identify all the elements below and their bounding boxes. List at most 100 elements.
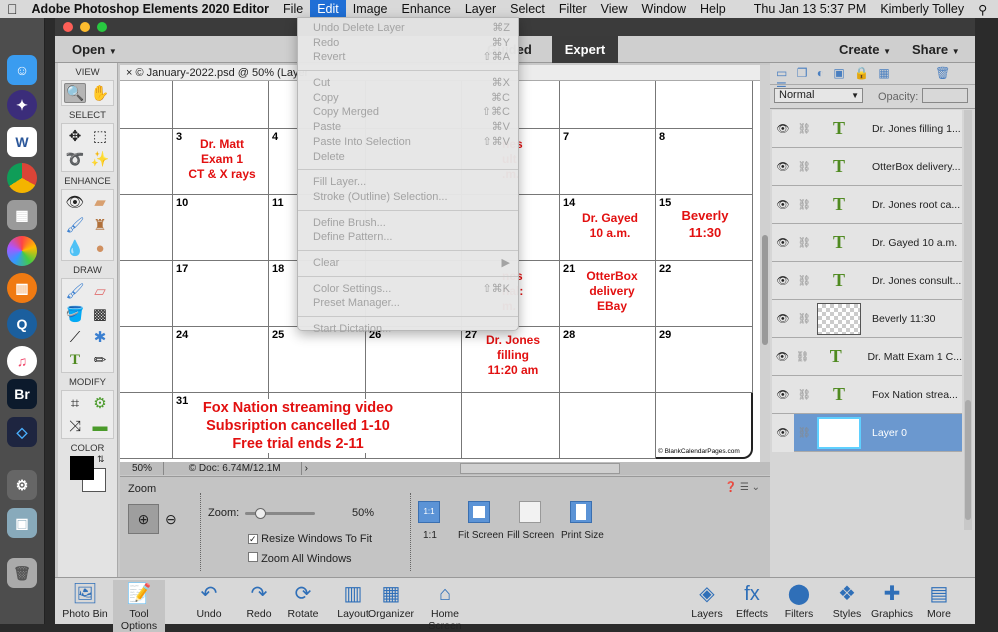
open-button[interactable]: Open ▼: [72, 42, 117, 57]
photos-icon[interactable]: [7, 236, 37, 266]
vertical-scrollbar[interactable]: [760, 65, 770, 462]
print-size-button[interactable]: [570, 501, 592, 523]
menu-item-color-settings[interactable]: Color Settings... ⇧⌘K: [298, 282, 518, 297]
taskbar-rotate-button[interactable]: ⟳ Rotate: [277, 580, 329, 620]
share-button[interactable]: Share ▼: [912, 42, 960, 57]
quicktime-icon[interactable]: Q: [7, 309, 37, 339]
taskbar-layers-button[interactable]: ◈ Layers: [685, 580, 729, 620]
opacity-input[interactable]: [922, 88, 968, 103]
taskbar-effects-button[interactable]: fx Effects: [730, 580, 774, 620]
zoom-all-windows-checkbox[interactable]: Zoom All Windows: [248, 552, 352, 565]
straighten-tool-icon[interactable]: ▬: [89, 416, 111, 436]
type-tool-icon[interactable]: T: [64, 350, 86, 370]
user-name[interactable]: Kimberly Tolley: [873, 2, 971, 16]
new-layer-icon[interactable]: ▭: [776, 66, 787, 80]
menu-item-paste[interactable]: Paste ⌘V: [298, 120, 518, 135]
swap-colors-icon[interactable]: ⇅: [97, 454, 105, 465]
siri-app-icon[interactable]: ✦: [7, 90, 37, 120]
menu-item-undo-delete-layer[interactable]: Undo Delete Layer ⌘Z: [298, 21, 518, 36]
apple-icon[interactable]: : [0, 1, 25, 17]
menu-item-cut[interactable]: Cut ⌘X: [298, 76, 518, 91]
menu-layer[interactable]: Layer: [458, 2, 503, 16]
paint-bucket-icon[interactable]: 🪣: [64, 304, 86, 324]
crop-tool-icon[interactable]: ⌗: [64, 393, 86, 413]
menu-help[interactable]: Help: [693, 2, 733, 16]
sponge-tool-icon[interactable]: ●: [89, 238, 111, 258]
adjustment-layer-icon[interactable]: ◐: [817, 66, 824, 80]
link-icon[interactable]: ⛓: [794, 312, 814, 325]
options-help-icons[interactable]: ❓ ☰ ⌄: [725, 482, 760, 493]
layer-row[interactable]: 👁 ⛓ Beverly 11:30: [772, 300, 962, 338]
link-icon[interactable]: ⛓: [794, 388, 814, 401]
new-group-icon[interactable]: ❐: [797, 66, 808, 80]
calculator-icon[interactable]: ▦: [7, 200, 37, 230]
menu-item-clear[interactable]: Clear ▶: [298, 256, 518, 271]
photoshop-elements-icon[interactable]: ◇: [7, 417, 37, 447]
visibility-eye-icon[interactable]: 👁: [772, 122, 794, 135]
layer-mask-icon[interactable]: ▣: [833, 66, 844, 80]
zoom-in-button[interactable]: ⊕: [128, 504, 159, 534]
blend-mode-select[interactable]: Normal ▼: [774, 88, 863, 103]
menu-view[interactable]: View: [594, 2, 635, 16]
menu-item-define-pattern[interactable]: Define Pattern...: [298, 230, 518, 245]
delete-layer-icon[interactable]: 🗑: [935, 66, 950, 80]
create-button[interactable]: Create ▼: [839, 42, 891, 57]
marquee-tool-icon[interactable]: ⬚: [89, 126, 111, 146]
menu-item-fill-layer[interactable]: Fill Layer...: [298, 175, 518, 190]
resize-windows-checkbox[interactable]: ✓ Resize Windows To Fit: [248, 533, 372, 545]
layer-row[interactable]: 👁 ⛓ T Dr. Jones filling 1...: [772, 110, 962, 148]
brush-tool-icon[interactable]: 🖌: [64, 281, 86, 301]
layer-row[interactable]: 👁 ⛓ T Dr. Matt Exam 1 C...: [772, 338, 962, 376]
one-to-one-button[interactable]: 1:1: [418, 501, 440, 523]
hand-tool-icon[interactable]: ✋: [89, 83, 111, 103]
preview-icon[interactable]: ▣: [7, 508, 37, 538]
blur-tool-icon[interactable]: 💧: [64, 238, 86, 258]
link-icon[interactable]: ⛓: [794, 198, 814, 211]
move-tool-icon[interactable]: ✥: [64, 126, 86, 146]
visibility-eye-icon[interactable]: 👁: [772, 160, 794, 173]
lock-all-icon[interactable]: 🔒: [854, 66, 869, 80]
link-icon[interactable]: ⛓: [794, 160, 814, 173]
music-icon[interactable]: ♫: [7, 346, 37, 376]
fit-screen-button[interactable]: [468, 501, 490, 523]
menu-edit[interactable]: Edit: [310, 0, 346, 18]
visibility-eye-icon[interactable]: 👁: [772, 236, 794, 249]
spotlight-icon[interactable]: ⚲: [971, 2, 994, 17]
menu-item-delete[interactable]: Delete: [298, 150, 518, 165]
taskbar-tool-options-button[interactable]: 📝 Tool Options: [113, 580, 165, 632]
taskbar-undo-button[interactable]: ↶ Undo: [183, 580, 235, 620]
siri-icon[interactable]: ●: [994, 2, 998, 16]
taskbar-styles-button[interactable]: ❖ Styles: [825, 580, 869, 620]
menu-item-copy-merged[interactable]: Copy Merged ⇧⌘C: [298, 105, 518, 120]
menu-item-copy[interactable]: Copy ⌘C: [298, 91, 518, 106]
layer-row[interactable]: 👁 ⛓ Layer 0: [772, 413, 962, 452]
taskbar-organizer-button[interactable]: ▦ Organizer: [365, 580, 417, 620]
books-icon[interactable]: ▥: [7, 273, 37, 303]
link-icon[interactable]: ⛓: [793, 350, 812, 363]
menu-item-redo[interactable]: Redo ⌘Y: [298, 36, 518, 51]
clock[interactable]: Thu Jan 13 5:37 PM: [747, 2, 874, 16]
menu-item-define-brush[interactable]: Define Brush...: [298, 216, 518, 231]
healing-brush-icon[interactable]: ▰: [89, 192, 111, 212]
zoom-slider[interactable]: [245, 508, 315, 519]
horizontal-scrollbar[interactable]: [460, 463, 620, 474]
zoom-slider-thumb[interactable]: [255, 508, 266, 519]
content-aware-move-icon[interactable]: ⤨: [64, 416, 86, 436]
layer-row[interactable]: 👁 ⛓ T Dr. Jones root ca...: [772, 186, 962, 224]
eyedropper-icon[interactable]: ⟋: [64, 327, 86, 347]
gradient-tool-icon[interactable]: ▩: [89, 304, 111, 324]
menu-item-paste-into-selection[interactable]: Paste Into Selection ⇧⌘V: [298, 135, 518, 150]
system-preferences-icon[interactable]: ⚙: [7, 470, 37, 500]
link-icon[interactable]: ⛓: [794, 426, 814, 439]
pencil-tool-icon[interactable]: ✏: [89, 350, 111, 370]
zoom-out-button[interactable]: ⊖: [165, 504, 177, 534]
bridge-icon[interactable]: Br: [7, 379, 37, 409]
fill-screen-button[interactable]: [519, 501, 541, 523]
layer-row[interactable]: 👁 ⛓ T Dr. Jones consult...: [772, 262, 962, 300]
clone-stamp-icon[interactable]: ♜: [89, 215, 111, 235]
recompose-tool-icon[interactable]: ⚙: [89, 393, 111, 413]
finder-icon[interactable]: ☺: [7, 55, 37, 85]
visibility-eye-icon[interactable]: 👁: [772, 388, 794, 401]
menu-enhance[interactable]: Enhance: [395, 2, 458, 16]
layer-row[interactable]: 👁 ⛓ T Dr. Gayed 10 a.m.: [772, 224, 962, 262]
